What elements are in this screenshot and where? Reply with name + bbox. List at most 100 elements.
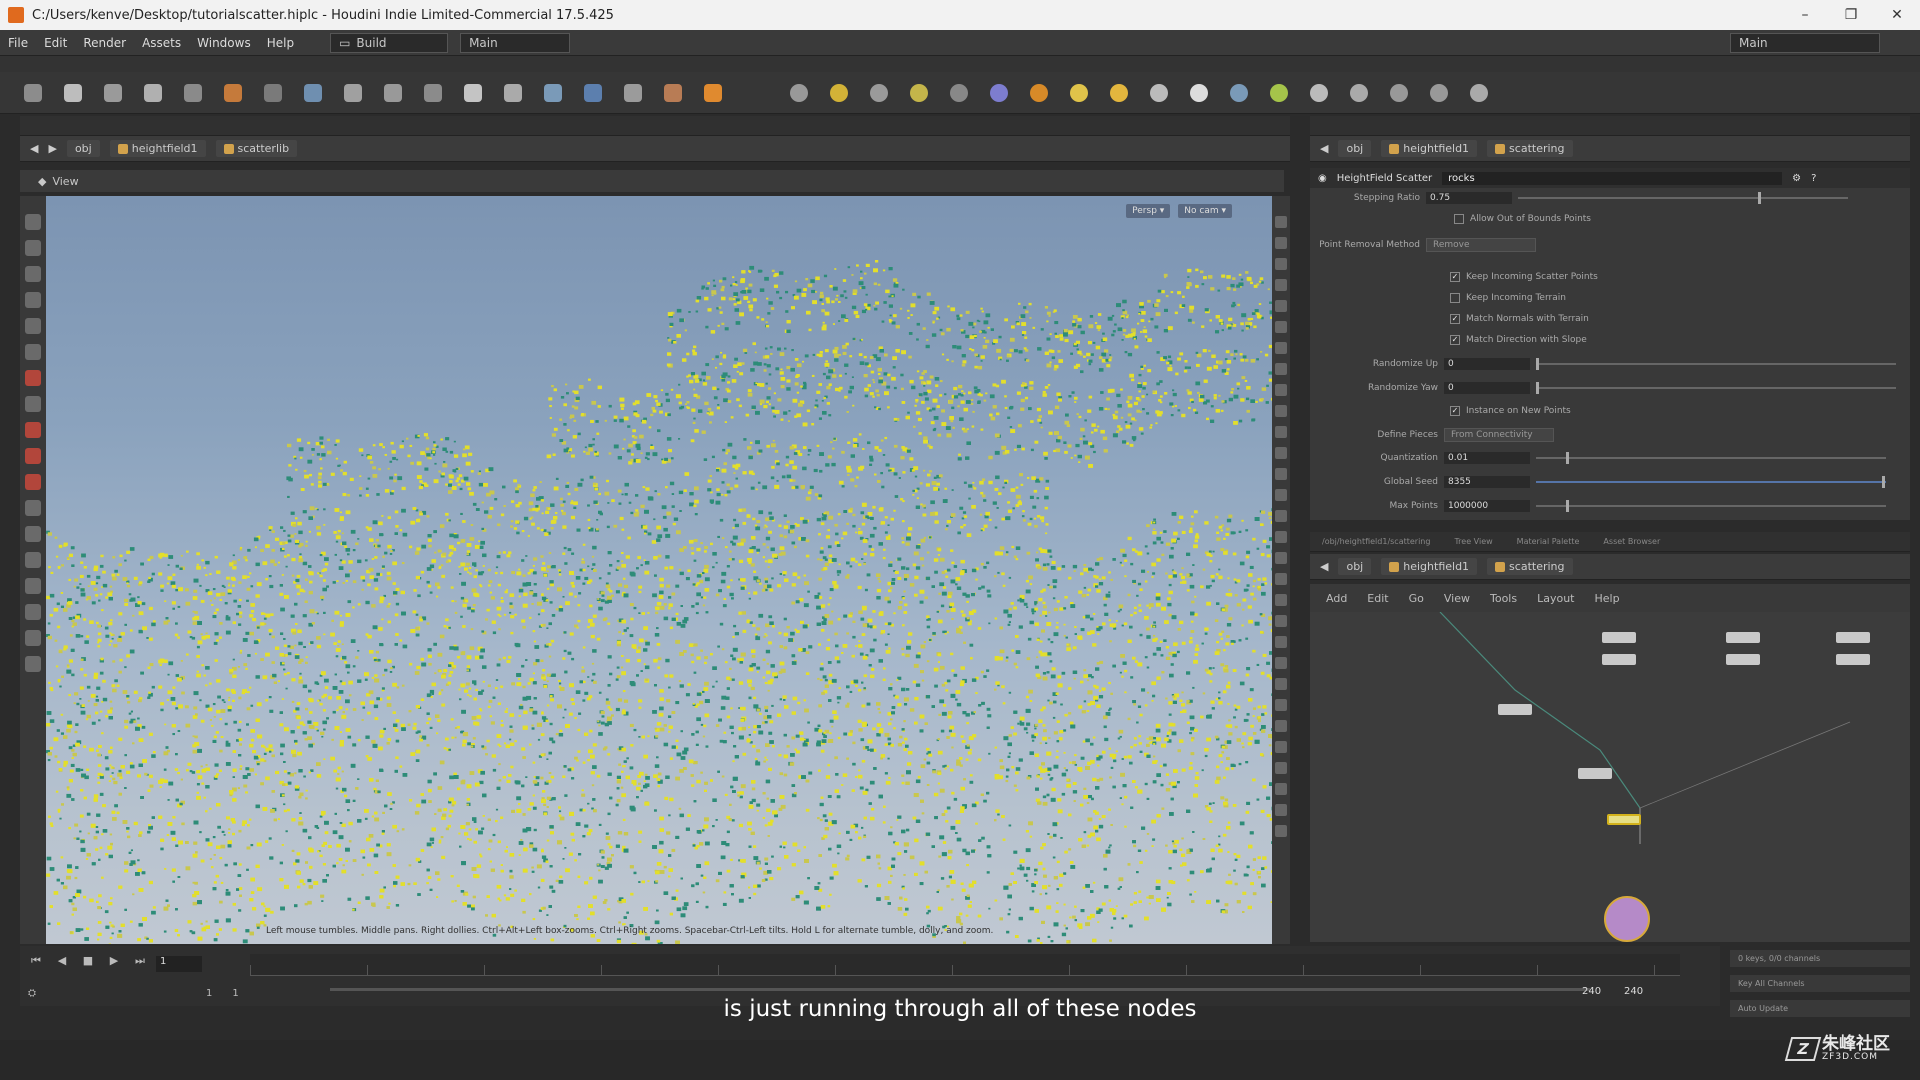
shelf-tool-icon[interactable] [536, 75, 570, 111]
shelf-tool-icon[interactable] [376, 75, 410, 111]
scatter-point [1218, 394, 1221, 397]
viewport-tool-icon[interactable] [25, 552, 41, 568]
shelf-tool-icon[interactable] [696, 75, 730, 111]
viewport-tool-icon[interactable] [25, 240, 41, 256]
scatter-point [53, 607, 59, 612]
scatter-point [826, 385, 831, 390]
light-tool-icon[interactable] [902, 75, 936, 111]
viewport-tool-icon[interactable] [25, 448, 41, 464]
scatter-point [1142, 408, 1145, 411]
scatter-point [790, 367, 795, 372]
light-tool-icon[interactable] [1102, 75, 1136, 111]
viewport-tool-icon[interactable] [25, 370, 41, 386]
light-tool-icon[interactable] [862, 75, 896, 111]
shelf-tool-icon[interactable] [96, 75, 130, 111]
viewport-tool-icon[interactable] [25, 422, 41, 438]
menu-render[interactable]: Render [75, 36, 134, 50]
light-tool-icon[interactable] [1222, 75, 1256, 111]
light-tool-icon[interactable] [1062, 75, 1096, 111]
light-tool-icon[interactable] [1382, 75, 1416, 111]
viewport-tool-icon[interactable] [25, 292, 41, 308]
viewport-tool-icon[interactable] [25, 474, 41, 490]
path-crumb-heightfield[interactable]: heightfield1 [109, 140, 206, 157]
path-crumb-obj[interactable]: obj [66, 140, 100, 157]
scatter-point [380, 533, 384, 536]
scatter-point [414, 551, 420, 555]
scatter-point [707, 407, 712, 411]
light-tool-icon[interactable] [1262, 75, 1296, 111]
scatter-point [596, 432, 600, 435]
shelf-tool-icon[interactable] [456, 75, 490, 111]
maximize-button[interactable]: ❐ [1828, 7, 1874, 23]
scatter-point [434, 462, 437, 465]
menu-help[interactable]: Help [259, 36, 302, 50]
shelf-tool-icon[interactable] [56, 75, 90, 111]
shelf-tool-icon[interactable] [16, 75, 50, 111]
light-tool-icon[interactable] [942, 75, 976, 111]
close-button[interactable]: ✕ [1874, 7, 1920, 23]
light-tool-icon[interactable] [1182, 75, 1216, 111]
light-tool-icon[interactable] [1462, 75, 1496, 111]
minimize-button[interactable]: – [1782, 7, 1828, 23]
scatter-point [1011, 545, 1015, 549]
viewport-tool-icon[interactable] [25, 656, 41, 672]
scatter-point [946, 358, 949, 361]
shelf-tool-icon[interactable] [336, 75, 370, 111]
viewport-tool-icon[interactable] [25, 578, 41, 594]
shelf-tool-icon[interactable] [176, 75, 210, 111]
menu-edit[interactable]: Edit [36, 36, 75, 50]
scatter-point [1097, 313, 1102, 316]
scatter-point [1236, 284, 1241, 288]
shelf-tool-icon[interactable] [496, 75, 530, 111]
menu-assets[interactable]: Assets [134, 36, 189, 50]
3d-viewport[interactable]: Persp ▾ No cam ▾ Left mouse tumbles. Mid… [46, 196, 1272, 944]
light-tool-icon[interactable] [1142, 75, 1176, 111]
viewport-tool-icon[interactable] [25, 604, 41, 620]
scatter-point [978, 587, 982, 590]
light-tool-icon[interactable] [982, 75, 1016, 111]
scatter-point [869, 392, 874, 396]
menu-file[interactable]: File [0, 36, 36, 50]
scatter-point [1267, 288, 1270, 291]
light-tool-icon[interactable] [1422, 75, 1456, 111]
scatter-point [80, 768, 84, 771]
right-shelf-selector[interactable]: Main [1730, 32, 1880, 53]
shelf-tool-icon[interactable] [576, 75, 610, 111]
scatter-point [1133, 439, 1136, 442]
scatter-point [633, 728, 637, 732]
scatter-point [882, 556, 886, 560]
light-tool-icon[interactable] [1302, 75, 1336, 111]
viewport-tool-icon[interactable] [25, 318, 41, 334]
menu-windows[interactable]: Windows [189, 36, 259, 50]
viewport-tool-icon[interactable] [25, 630, 41, 646]
shelf-tool-icon[interactable] [136, 75, 170, 111]
scatter-point [598, 510, 602, 514]
shelf-tool-icon[interactable] [256, 75, 290, 111]
shelf-tool-icon[interactable] [216, 75, 250, 111]
light-tool-icon[interactable] [782, 75, 816, 111]
scatter-point [289, 645, 294, 649]
shelf-tool-icon[interactable] [616, 75, 650, 111]
forward-icon[interactable]: ▶ [48, 142, 56, 155]
light-tool-icon[interactable] [1342, 75, 1376, 111]
path-crumb-scatter[interactable]: scatterlib [215, 140, 298, 157]
viewport-tool-icon[interactable] [25, 526, 41, 542]
desktop-selector[interactable]: ▭ Build [330, 32, 449, 53]
shelf-set-selector[interactable]: Main [460, 32, 571, 53]
back-icon[interactable]: ◀ [30, 142, 38, 155]
scatter-point [623, 416, 629, 421]
light-tool-icon[interactable] [1022, 75, 1056, 111]
viewport-tool-icon[interactable] [25, 266, 41, 282]
scatter-point [1194, 535, 1200, 539]
light-tool-icon[interactable] [822, 75, 856, 111]
shelf-tool-icon[interactable] [416, 75, 450, 111]
viewport-tool-icon[interactable] [25, 396, 41, 412]
viewport-tool-icon[interactable] [25, 500, 41, 516]
scatter-point [955, 690, 961, 694]
viewport-tool-icon[interactable] [25, 214, 41, 230]
shelf-tool-icon[interactable] [656, 75, 690, 111]
scatter-point [1252, 585, 1255, 588]
shelf-tool-icon[interactable] [296, 75, 330, 111]
scatter-point [734, 357, 738, 361]
viewport-tool-icon[interactable] [25, 344, 41, 360]
